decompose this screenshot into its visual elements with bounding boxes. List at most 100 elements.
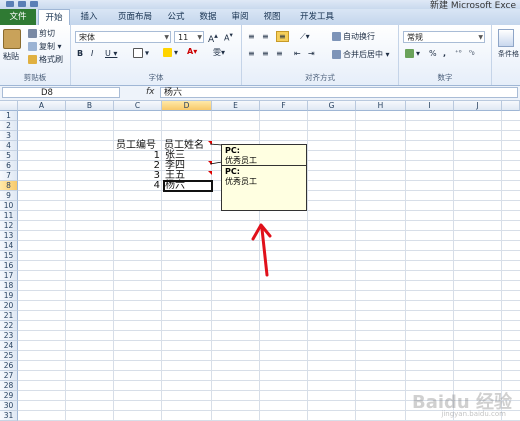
row-header-23[interactable]: 23 — [0, 331, 18, 341]
align-center-icon[interactable]: ≡ — [262, 49, 269, 58]
orientation-icon[interactable]: ⟋▾ — [300, 32, 310, 42]
red-arrow-annotation — [251, 223, 272, 277]
row-header-28[interactable]: 28 — [0, 381, 18, 391]
column-header-F[interactable]: F — [260, 101, 308, 111]
gridline-horizontal — [18, 370, 520, 371]
row-header-19[interactable]: 19 — [0, 291, 18, 301]
tab-file[interactable]: 文件 — [0, 9, 36, 25]
bold-button[interactable]: B — [77, 49, 83, 58]
row-header-10[interactable]: 10 — [0, 201, 18, 211]
row-header-12[interactable]: 12 — [0, 221, 18, 231]
save-icon[interactable] — [18, 1, 26, 7]
tab-developer[interactable]: 开发工具 — [294, 9, 340, 25]
row-header-1[interactable]: 1 — [0, 111, 18, 121]
undo-icon[interactable] — [30, 1, 38, 7]
column-header-I[interactable]: I — [406, 101, 454, 111]
row-header-24[interactable]: 24 — [0, 341, 18, 351]
row-header-6[interactable]: 6 — [0, 161, 18, 171]
tab-view[interactable]: 视图 — [258, 9, 286, 25]
formula-input[interactable]: 杨六 — [160, 87, 518, 98]
row-header-22[interactable]: 22 — [0, 321, 18, 331]
row-header-11[interactable]: 11 — [0, 211, 18, 221]
row-header-18[interactable]: 18 — [0, 281, 18, 291]
italic-button[interactable]: I — [91, 49, 93, 58]
cell-C4[interactable]: 员工编号 — [116, 141, 156, 151]
tab-data[interactable]: 数据 — [194, 9, 222, 25]
column-header-J[interactable]: J — [454, 101, 502, 111]
row-header-30[interactable]: 30 — [0, 401, 18, 411]
row-header-20[interactable]: 20 — [0, 301, 18, 311]
percent-button[interactable]: % — [429, 49, 437, 58]
fill-color-icon[interactable]: ▾ — [163, 48, 178, 57]
indent-decrease-icon[interactable]: ⇤ — [294, 49, 301, 58]
shrink-font-icon[interactable]: A▾ — [224, 31, 233, 43]
row-header-3[interactable]: 3 — [0, 131, 18, 141]
row-header-5[interactable]: 5 — [0, 151, 18, 161]
row-header-13[interactable]: 13 — [0, 231, 18, 241]
border-icon[interactable]: ▾ — [133, 48, 149, 58]
number-format-select[interactable]: 常规 ▼ — [403, 31, 485, 43]
tab-home[interactable]: 开始 — [38, 9, 70, 26]
comment-box[interactable]: PC: 优秀员工 — [221, 165, 307, 211]
column-header-E[interactable]: E — [212, 101, 260, 111]
alignment-group-label: 对齐方式 — [305, 73, 335, 82]
tab-formulas[interactable]: 公式 — [162, 9, 190, 25]
row-header-4[interactable]: 4 — [0, 141, 18, 151]
align-top-icon[interactable]: ≡ — [248, 32, 255, 41]
row-header-15[interactable]: 15 — [0, 251, 18, 261]
format-painter-button[interactable]: 格式刷 — [28, 54, 63, 65]
row-header-29[interactable]: 29 — [0, 391, 18, 401]
decrease-decimal-icon[interactable]: ⁰₀ — [469, 49, 475, 57]
row-header-26[interactable]: 26 — [0, 361, 18, 371]
underline-button[interactable]: U ▾ — [105, 49, 117, 58]
grow-font-icon[interactable]: A▴ — [208, 31, 218, 45]
tab-page-layout[interactable]: 页面布局 — [110, 9, 160, 25]
copy-button[interactable]: 复制 ▾ — [28, 41, 62, 52]
increase-decimal-icon[interactable]: ⁺⁰ — [455, 49, 462, 57]
row-header-8[interactable]: 8 — [0, 181, 18, 191]
quick-access-toolbar[interactable] — [4, 0, 64, 9]
row-header-27[interactable]: 27 — [0, 371, 18, 381]
cell-C8[interactable]: 4 — [140, 181, 160, 191]
row-header-16[interactable]: 16 — [0, 261, 18, 271]
merge-center-button[interactable]: 合并后居中 ▾ — [332, 49, 390, 60]
column-header-G[interactable]: G — [308, 101, 356, 111]
column-header-A[interactable]: A — [18, 101, 66, 111]
row-header-2[interactable]: 2 — [0, 121, 18, 131]
tab-insert[interactable]: 插入 — [74, 9, 104, 25]
row-header-7[interactable]: 7 — [0, 171, 18, 181]
row-header-25[interactable]: 25 — [0, 351, 18, 361]
align-right-icon[interactable]: ≡ — [276, 49, 283, 58]
column-header-H[interactable]: H — [356, 101, 406, 111]
tab-review[interactable]: 审阅 — [226, 9, 254, 25]
font-color-icon[interactable]: A▾ — [187, 47, 197, 56]
cut-button[interactable]: 剪切 — [28, 28, 55, 39]
align-middle-icon[interactable]: ≡ — [262, 32, 269, 41]
function-icon[interactable]: fx — [146, 87, 155, 97]
align-left-icon[interactable]: ≡ — [248, 49, 255, 58]
worksheet-grid[interactable]: ABCDEFGHIJ 1 2 3 4 5 6 7 8 9 10 11 12 13 14 15 16 17 18 19… — [0, 101, 520, 421]
phonetic-icon[interactable]: 雯▾ — [213, 47, 225, 58]
row-header-9[interactable]: 9 — [0, 191, 18, 201]
name-box[interactable]: D8 — [2, 87, 120, 98]
column-header-B[interactable]: B — [66, 101, 114, 111]
row-header-21[interactable]: 21 — [0, 311, 18, 321]
indent-increase-icon[interactable]: ⇥ — [308, 49, 315, 58]
font-size-select[interactable]: 11 ▼ — [174, 31, 204, 43]
conditional-format-icon — [498, 29, 514, 47]
align-bottom-icon[interactable]: ≡ — [276, 31, 289, 42]
comment-box[interactable]: PC: 优秀员工 — [221, 144, 307, 166]
row-header-17[interactable]: 17 — [0, 271, 18, 281]
paste-button[interactable]: 粘贴 — [3, 29, 21, 62]
select-all-corner[interactable] — [0, 101, 18, 111]
conditional-format-button[interactable]: 条件格 — [498, 29, 519, 59]
comma-button[interactable]: , — [443, 49, 446, 58]
row-header-14[interactable]: 14 — [0, 241, 18, 251]
column-header-C[interactable]: C — [114, 101, 162, 111]
column-header-D[interactable]: D — [162, 101, 212, 111]
wrap-text-button[interactable]: 自动换行 — [332, 31, 375, 42]
font-name-select[interactable]: 宋体 ▼ — [75, 31, 171, 43]
currency-icon[interactable]: ▾ — [405, 49, 420, 58]
column-header-partial[interactable] — [502, 101, 520, 111]
clipboard-group: 粘贴 剪切 复制 ▾ 格式刷 剪贴板 — [0, 25, 71, 85]
